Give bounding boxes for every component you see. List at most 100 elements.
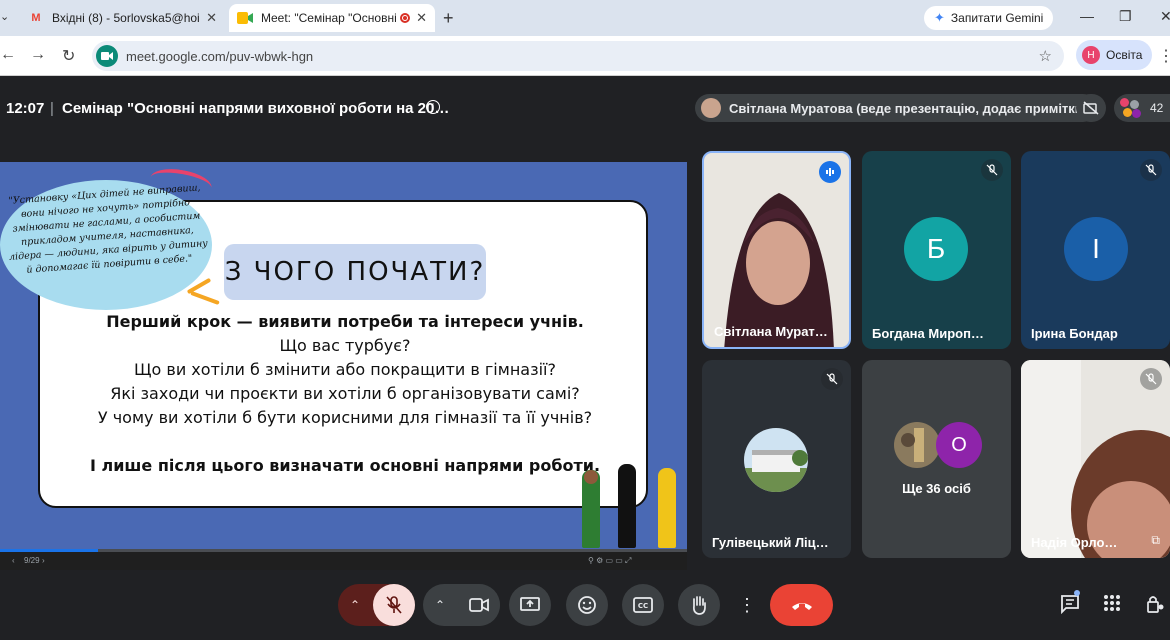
forward-icon[interactable]: → <box>30 46 46 64</box>
address-bar: ← → ↻ meet.google.com/puv-wbwk-hgn ☆ Н О… <box>0 36 1170 76</box>
chat-notification-dot <box>1074 590 1080 596</box>
participant-tile[interactable]: І Ірина Бондар <box>1021 151 1170 349</box>
mic-control-group: ⌃ <box>338 584 415 626</box>
svg-text:CC: CC <box>638 602 648 610</box>
tab-meet[interactable]: Meet: "Семінар "Основні н ✕ <box>229 4 435 32</box>
minimize-icon[interactable]: — <box>1080 8 1094 24</box>
camera-options-chevron-icon[interactable]: ⌃ <box>435 598 445 612</box>
participant-avatar: І <box>1064 217 1128 281</box>
camera-icon <box>469 598 489 612</box>
leave-call-button[interactable] <box>770 584 833 626</box>
mic-off-icon <box>1140 368 1162 390</box>
participants-button[interactable]: 42 <box>1114 94 1170 122</box>
presenter-label: Світлана Муратова (веде презентацію, дод… <box>729 100 1088 116</box>
slide-line: І лише після цього визначати основні нап… <box>89 456 601 475</box>
participant-name: Богдана Мироп… <box>872 326 984 341</box>
reactions-button[interactable] <box>566 584 608 626</box>
participant-photo-avatar <box>894 422 940 468</box>
more-participants-tile[interactable]: О Ще 36 осіб <box>862 360 1011 558</box>
omnibox[interactable]: meet.google.com/puv-wbwk-hgn ☆ <box>92 41 1064 71</box>
school-photo-avatar <box>744 428 808 492</box>
present-icon <box>520 597 540 611</box>
gemini-icon: ✦ <box>934 10 945 25</box>
restore-icon[interactable]: ❐ <box>1119 8 1132 25</box>
tab-gmail[interactable]: M Вхідні (8) - 5orlovska5@hoippo ✕ <box>20 4 225 32</box>
gmail-icon: M <box>31 12 41 24</box>
slide-line: Що ви хотіли б змінити або покращити в г… <box>134 360 556 379</box>
more-vert-icon: ⋮ <box>738 594 756 615</box>
mic-off-icon <box>386 596 402 614</box>
hand-icon <box>693 596 706 615</box>
captions-button[interactable]: CC <box>622 584 664 626</box>
meeting-info-icon[interactable]: i <box>426 100 440 114</box>
close-tab-icon[interactable]: ✕ <box>206 10 217 26</box>
slide-body: Перший крок — виявити потреби та інтерес… <box>40 310 650 478</box>
browser-menu-icon[interactable]: ⋮ <box>1158 46 1170 66</box>
mic-off-icon <box>1140 159 1162 181</box>
participant-name: Ірина Бондар <box>1031 326 1118 341</box>
participant-avatar: О <box>936 422 982 468</box>
more-participants-label: Ще 36 осіб <box>902 481 971 496</box>
slide-tools-icon[interactable]: ⚲ ⚙ ▭ ▭ ⤢ <box>588 556 631 566</box>
meet-icon <box>237 10 253 26</box>
participant-count: 42 <box>1150 101 1164 115</box>
back-icon[interactable]: ← <box>0 46 16 64</box>
mic-toggle-button[interactable] <box>373 584 415 626</box>
captions-icon: CC <box>633 597 653 613</box>
meeting-header: 12:07 | Семінар "Основні напрями виховно… <box>0 76 1170 136</box>
profile-avatar: Н <box>1082 46 1100 64</box>
participant-name: Гулівецький Ліц… <box>712 535 829 550</box>
header-divider: | <box>50 100 54 117</box>
new-tab-button[interactable]: + <box>443 8 454 29</box>
more-options-button[interactable]: ⋮ <box>736 584 758 626</box>
picture-in-picture-icon[interactable]: ⧉ <box>1151 533 1160 548</box>
slide-quote: "Установку «Цих дітей не виправиш, вони … <box>8 182 209 276</box>
meeting-title: Семінар "Основні напрями виховної роботи… <box>62 100 450 117</box>
participant-avatar: Б <box>904 217 968 281</box>
next-slide-icon[interactable]: › <box>42 556 45 565</box>
students-illustration <box>578 462 687 548</box>
participant-name: Надія Орло… <box>1031 535 1118 550</box>
participant-tile[interactable]: Світлана Мурат… <box>702 151 851 349</box>
browser-tab-bar: ⌄ M Вхідні (8) - 5orlovska5@hoippo ✕ Mee… <box>0 0 1170 36</box>
present-screen-button[interactable] <box>509 584 551 626</box>
hide-self-view-icon[interactable] <box>1076 94 1106 122</box>
presentation-slide: "Установку «Цих дітей не виправиш, вони … <box>0 162 687 552</box>
chat-button[interactable] <box>1060 590 1080 619</box>
reload-icon[interactable]: ↻ <box>62 46 75 66</box>
close-window-icon[interactable]: ✕ <box>1160 8 1170 25</box>
end-call-icon <box>791 603 812 610</box>
apps-grid-icon <box>1104 595 1120 611</box>
activities-button[interactable] <box>1103 594 1121 617</box>
participant-tile[interactable]: Гулівецький Ліц… <box>702 360 851 558</box>
slide-line: Які заходи чи проєкти ви хотіли б органі… <box>110 384 580 403</box>
participant-tile[interactable]: Надія Орло… ⧉ <box>1021 360 1170 558</box>
mic-off-icon <box>821 368 843 390</box>
lock-person-icon <box>1147 596 1164 613</box>
camera-control-group: ⌃ <box>423 584 500 626</box>
url-text: meet.google.com/puv-wbwk-hgn <box>126 48 314 64</box>
presenter-chip[interactable]: Світлана Муратова (веде презентацію, дод… <box>695 94 1098 122</box>
close-tab-icon[interactable]: ✕ <box>416 10 427 26</box>
site-info-icon[interactable] <box>96 45 118 67</box>
profile-button[interactable]: Н Освіта <box>1076 40 1153 70</box>
recording-icon <box>400 13 411 23</box>
profile-label: Освіта <box>1106 48 1143 62</box>
host-controls-button[interactable] <box>1145 594 1165 619</box>
prev-slide-icon[interactable]: ‹ <box>12 556 15 565</box>
mic-options-chevron-icon[interactable]: ⌃ <box>350 598 360 612</box>
slide-controls: ‹ 9/29 › ⚲ ⚙ ▭ ▭ ⤢ <box>0 552 687 570</box>
chat-icon <box>1061 595 1079 615</box>
mic-off-icon <box>981 159 1003 181</box>
tab-title: Вхідні (8) - 5orlovska5@hoippo <box>52 11 200 25</box>
emoji-icon <box>578 596 596 614</box>
camera-toggle-button[interactable] <box>458 584 500 626</box>
bookmark-star-icon[interactable]: ☆ <box>1039 47 1052 65</box>
ask-gemini-button[interactable]: ✦ Запитати Gemini <box>924 6 1054 30</box>
meeting-time: 12:07 <box>6 100 45 117</box>
raise-hand-button[interactable] <box>678 584 720 626</box>
tab-search-chevron-icon[interactable]: ⌄ <box>0 10 9 23</box>
slide-heading: З ЧОГО ПОЧАТИ? <box>224 244 486 300</box>
participant-name: Світлана Мурат… <box>714 324 828 339</box>
participant-tile[interactable]: Б Богдана Мироп… <box>862 151 1011 349</box>
